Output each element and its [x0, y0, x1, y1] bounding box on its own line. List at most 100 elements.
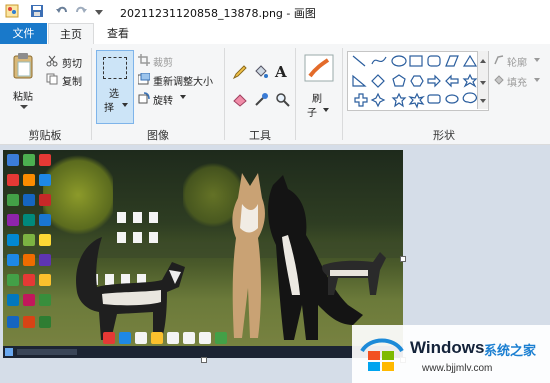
desktop-icon[interactable]	[135, 332, 147, 344]
desktop-icon[interactable]	[7, 194, 19, 206]
desktop-icon[interactable]	[7, 174, 19, 186]
text-tool-icon[interactable]: A	[275, 63, 287, 81]
desktop-icon[interactable]	[23, 294, 35, 306]
shapes-icons	[352, 54, 478, 109]
file-icon[interactable]	[149, 212, 158, 223]
outline-icon[interactable]	[494, 55, 504, 65]
desktop-icon[interactable]	[23, 316, 35, 328]
shapes-group-label: 形状	[433, 129, 455, 142]
file-icon[interactable]	[117, 212, 126, 223]
desktop-icon[interactable]	[7, 316, 19, 328]
magnifier-icon[interactable]	[275, 92, 291, 108]
tree-foliage	[43, 150, 113, 240]
file-icon[interactable]	[133, 212, 142, 223]
outline-dropdown-icon[interactable]	[534, 58, 540, 63]
desktop-icon[interactable]	[39, 254, 51, 266]
fill-icon[interactable]	[494, 75, 504, 85]
brushes-button[interactable]: 刷 子	[298, 48, 340, 124]
desktop-icon[interactable]	[23, 214, 35, 226]
resize-handle-bottom[interactable]	[201, 357, 207, 363]
clipboard-group-label: 剪贴板	[28, 129, 62, 142]
tools-group-label: 工具	[249, 129, 271, 142]
desktop-icon[interactable]	[103, 332, 115, 344]
tab-file[interactable]: 文件	[0, 23, 47, 44]
windows-logo-icon	[360, 338, 404, 371]
tab-home[interactable]: 主页	[48, 23, 94, 46]
clipboard-group: 粘贴 剪切 复制 剪贴板	[0, 44, 90, 144]
fill-dropdown-icon[interactable]	[534, 78, 540, 83]
undo-icon[interactable]	[55, 4, 69, 18]
image-group: 选 择 裁剪 重新调整大小 旋转 图像	[93, 44, 223, 144]
title-bar: 20211231120858_13878.png - 画图	[0, 0, 550, 23]
desktop-icon[interactable]	[23, 194, 35, 206]
resize-handle-right[interactable]	[400, 256, 406, 262]
desktop-icon[interactable]	[167, 332, 179, 344]
cut-icon[interactable]	[46, 55, 58, 67]
copy-label[interactable]: 复制	[62, 73, 82, 88]
separator	[342, 48, 343, 140]
brushes-dropdown-icon[interactable]	[323, 108, 329, 113]
rotate-dropdown-icon[interactable]	[180, 95, 186, 100]
desktop-icon[interactable]	[7, 274, 19, 286]
desktop-icon[interactable]	[7, 214, 19, 226]
desktop-icon[interactable]	[183, 332, 195, 344]
fill-bucket-icon[interactable]	[253, 64, 269, 80]
desktop-icon[interactable]	[39, 174, 51, 186]
select-icon	[103, 57, 127, 79]
shapes-gallery[interactable]	[347, 51, 489, 111]
redo-icon[interactable]	[74, 4, 88, 18]
crop-icon[interactable]	[138, 54, 150, 66]
taskbar-search[interactable]	[17, 349, 77, 355]
desktop-icon[interactable]	[39, 154, 51, 166]
paste-dropdown-icon[interactable]	[20, 104, 28, 110]
desktop-icon[interactable]	[119, 332, 131, 344]
rotate-icon[interactable]	[138, 92, 150, 104]
resize-label[interactable]: 重新调整大小	[153, 73, 213, 88]
customize-qat-icon[interactable]	[94, 4, 108, 18]
paste-icon[interactable]	[12, 52, 34, 80]
desktop-icon[interactable]	[39, 274, 51, 286]
paste-label[interactable]: 粘贴	[13, 88, 33, 103]
copy-icon[interactable]	[46, 73, 58, 85]
pencil-icon[interactable]	[232, 64, 248, 80]
start-icon[interactable]	[5, 348, 13, 356]
color-picker-icon[interactable]	[253, 92, 269, 108]
separator	[295, 48, 296, 140]
cut-label[interactable]: 剪切	[62, 55, 82, 70]
desktop-icon[interactable]	[39, 234, 51, 246]
desktop-icon[interactable]	[7, 234, 19, 246]
desktop-icon[interactable]	[23, 174, 35, 186]
desktop-icon[interactable]	[23, 154, 35, 166]
desktop-icon[interactable]	[39, 316, 51, 328]
resize-icon[interactable]	[138, 73, 150, 85]
select-button[interactable]: 选 择	[96, 50, 134, 124]
desktop-icon[interactable]	[23, 254, 35, 266]
desktop-icon[interactable]	[151, 332, 163, 344]
desktop-icon[interactable]	[23, 234, 35, 246]
desktop-icon[interactable]	[39, 214, 51, 226]
desktop-icon[interactable]	[23, 274, 35, 286]
shapes-scrollbar[interactable]	[477, 51, 488, 109]
canvas-image[interactable]	[3, 150, 403, 358]
save-icon[interactable]	[30, 4, 44, 18]
desktop-bottom-icons	[103, 332, 243, 346]
rotate-label[interactable]: 旋转	[153, 92, 173, 107]
window-title: 20211231120858_13878.png - 画图	[120, 7, 316, 20]
husky-dog-background	[322, 252, 386, 295]
tab-view[interactable]: 查看	[96, 23, 140, 44]
desktop-icon[interactable]	[7, 294, 19, 306]
watermark-brand: Windows	[410, 338, 485, 357]
desktop-icon[interactable]	[7, 154, 19, 166]
desktop-icon[interactable]	[215, 332, 227, 344]
select-dropdown-icon[interactable]	[122, 103, 128, 108]
desktop-icon[interactable]	[7, 254, 19, 266]
fill-label[interactable]: 填充	[507, 74, 527, 89]
paint-app-icon[interactable]	[5, 4, 19, 18]
crop-label[interactable]: 裁剪	[153, 54, 173, 69]
watermark-url: www.bjjmlv.com	[422, 363, 493, 374]
outline-label[interactable]: 轮廓	[507, 54, 527, 69]
desktop-icon[interactable]	[39, 294, 51, 306]
eraser-icon[interactable]	[232, 93, 248, 107]
desktop-icon[interactable]	[39, 194, 51, 206]
desktop-icon[interactable]	[199, 332, 211, 344]
